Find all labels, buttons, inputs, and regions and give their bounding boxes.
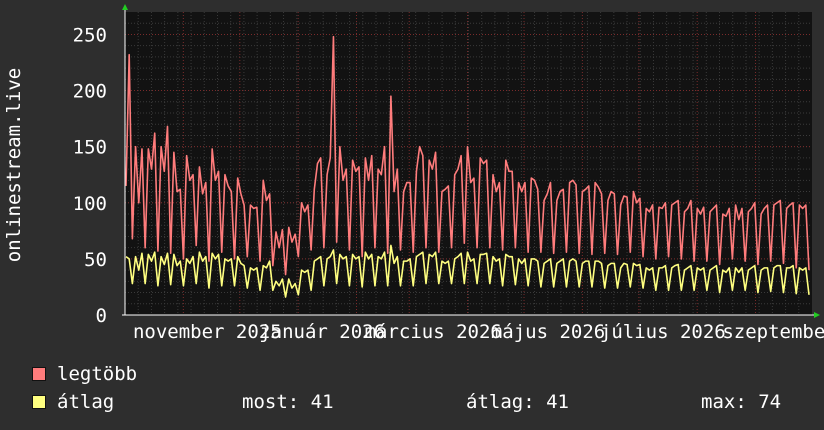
legend-label-atlag: átlag bbox=[57, 391, 115, 413]
chart-root: 0 50 100 150 200 250 november 2025 január 2026 m… bbox=[0, 0, 824, 430]
x-tick-label: július 2026 bbox=[600, 321, 726, 343]
chart-svg: 050100150200250november 2025január 2026m… bbox=[3, 4, 824, 343]
legend-label-legtobb: legtöbb bbox=[57, 363, 138, 385]
y-tick-label: 0 bbox=[96, 305, 107, 327]
y-axis-arrow bbox=[122, 4, 128, 10]
stat-max: max: 74 bbox=[701, 391, 782, 413]
stat-atlag: átlag: 41 bbox=[466, 391, 569, 413]
y-tick-label: 100 bbox=[73, 193, 107, 215]
x-tick-label: március 2026 bbox=[365, 321, 502, 343]
y-tick-label: 150 bbox=[73, 137, 107, 159]
x-tick-label: május 2026 bbox=[491, 321, 605, 343]
x-axis-arrow bbox=[814, 312, 820, 318]
legend-item-legtobb: legtöbb bbox=[32, 363, 137, 385]
legend-swatch-legtobb bbox=[32, 367, 46, 381]
y-tick-label: 50 bbox=[84, 249, 107, 271]
y-axis-label: onlinestream.live bbox=[3, 68, 25, 262]
x-tick-label: szeptember bbox=[722, 321, 824, 343]
legend-item-atlag: átlag bbox=[32, 391, 114, 413]
legend-swatch-atlag bbox=[32, 395, 46, 409]
stat-most: most: 41 bbox=[242, 391, 334, 413]
y-tick-label: 250 bbox=[73, 24, 107, 46]
y-tick-label: 200 bbox=[73, 81, 107, 103]
